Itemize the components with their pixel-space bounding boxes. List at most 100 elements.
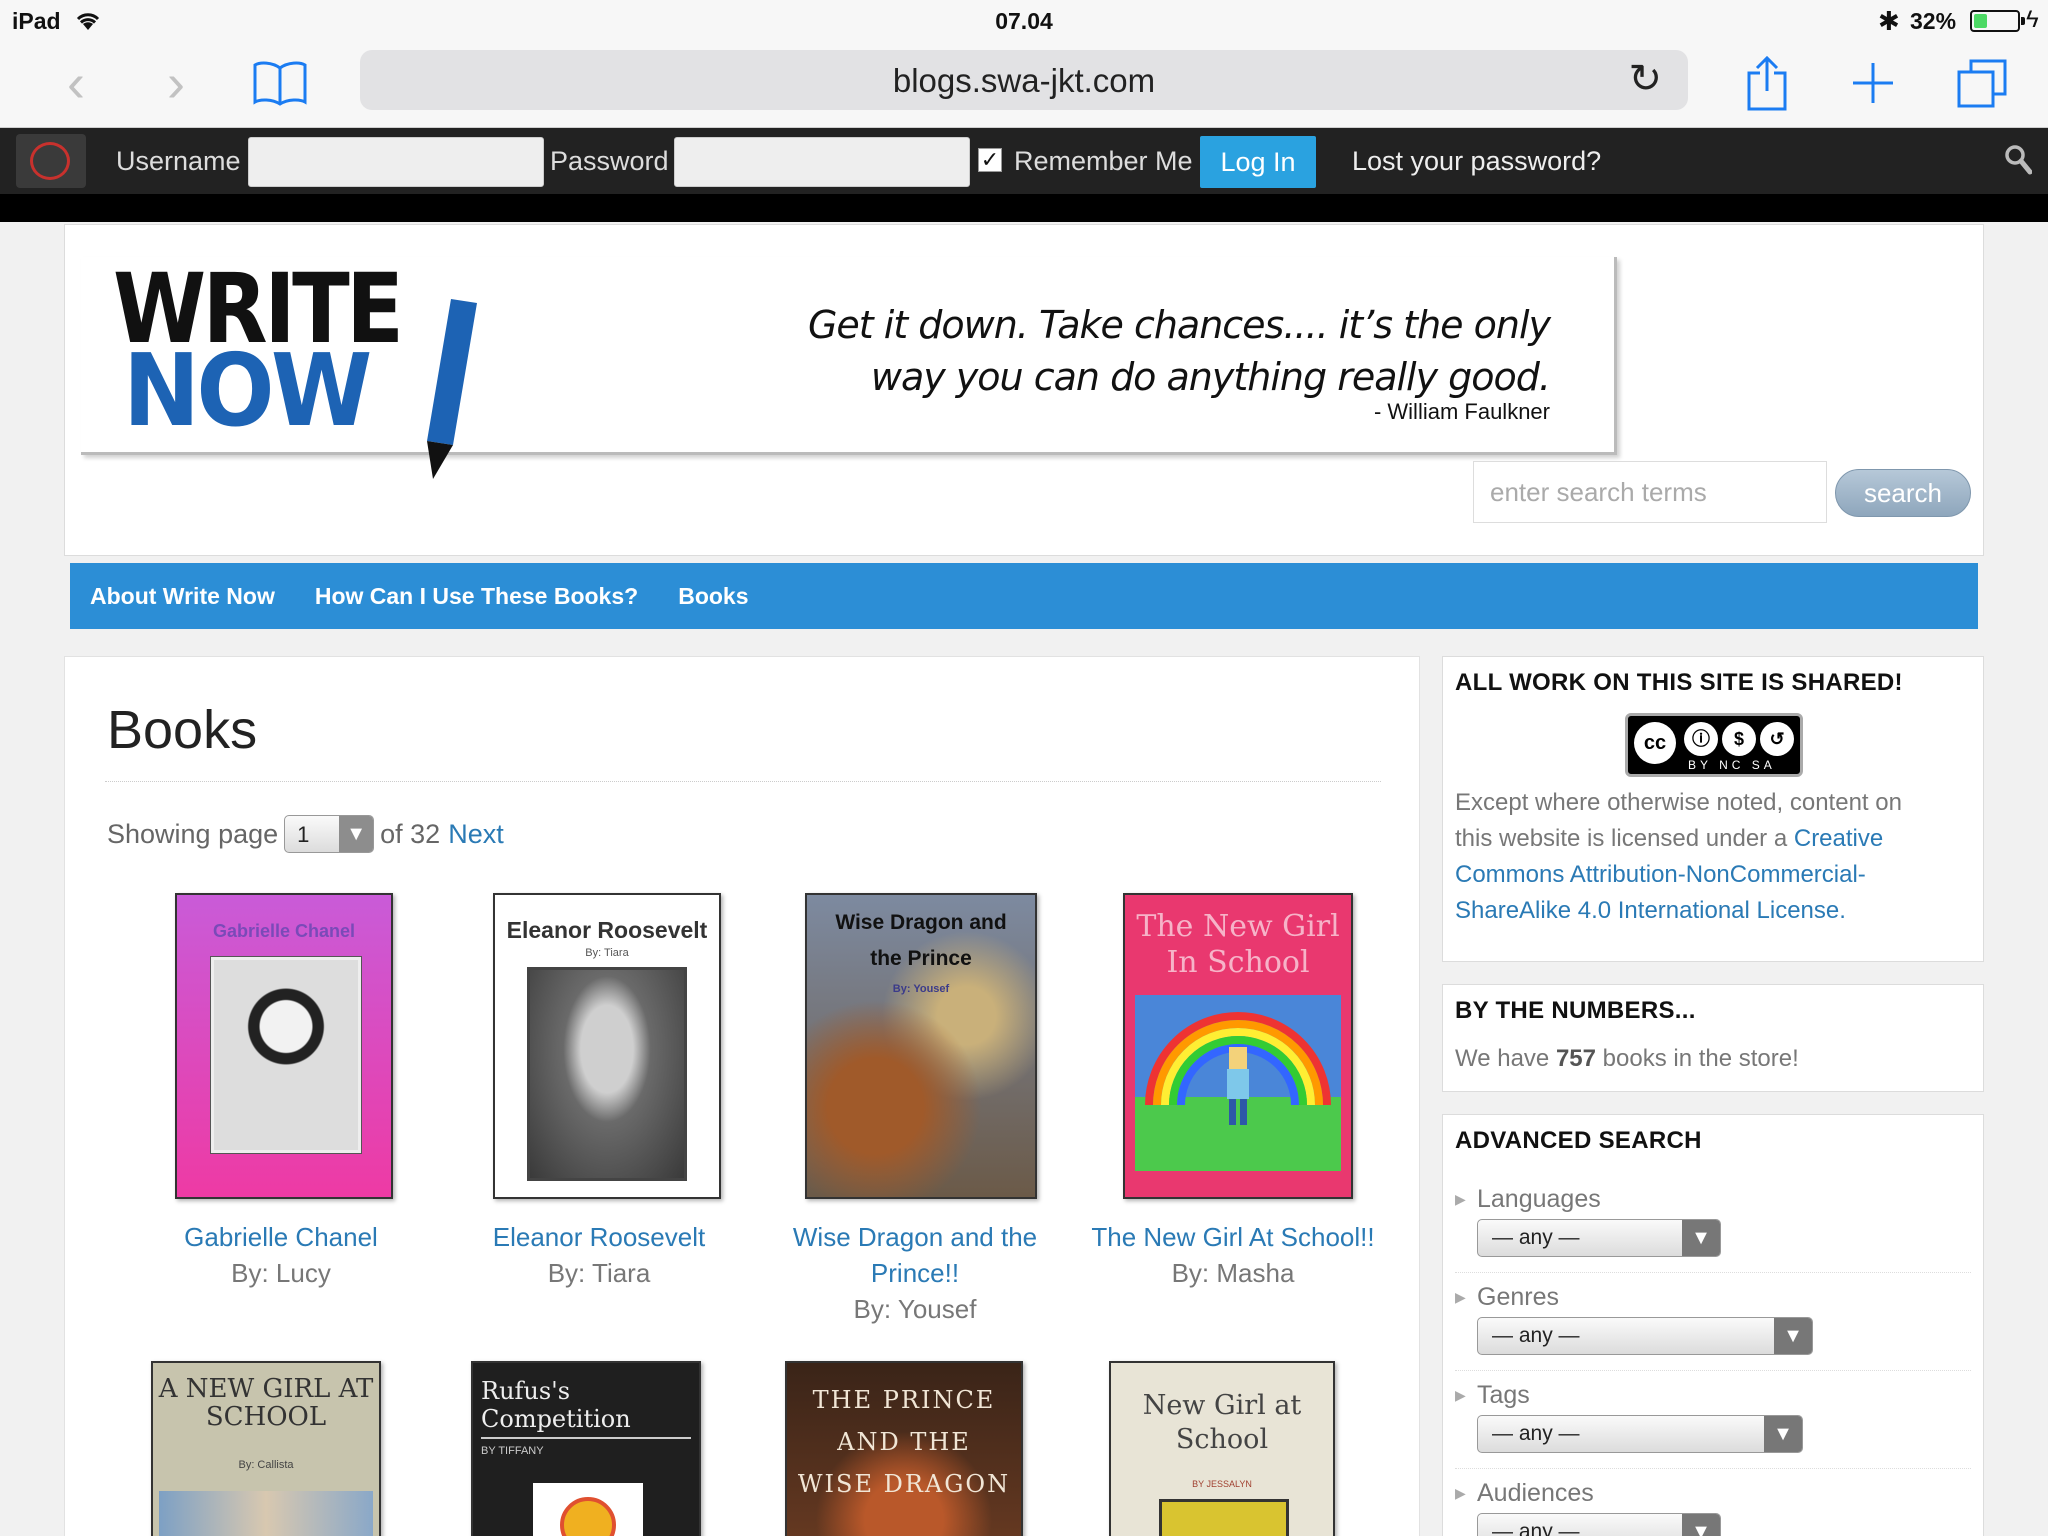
facet-label: Genres: [1477, 1283, 1559, 1311]
bluetooth-icon: ✱: [1878, 6, 1900, 36]
cover-title-line-1: The New Girl: [1136, 909, 1340, 944]
forward-icon[interactable]: ›: [156, 50, 196, 116]
book-cover[interactable]: New Girl at School BY JESSALYN: [1109, 1361, 1335, 1536]
admin-bar: Username Password ✓ Remember Me Log In L…: [0, 128, 2048, 194]
caret-right-icon[interactable]: ▶: [1455, 1485, 1466, 1502]
book-author: By: Lucy: [231, 1258, 331, 1288]
cover-title-line-1: New Girl at: [1142, 1390, 1302, 1421]
sa-icon: ↺: [1760, 722, 1794, 756]
username-label: Username: [116, 146, 241, 176]
clock: 07.04: [995, 8, 1053, 34]
logo-now: NOW: [123, 332, 372, 449]
book-cover[interactable]: THE PRINCE AND THE WISE DRAGON: [785, 1361, 1023, 1536]
battery-percent: 32%: [1910, 8, 1957, 34]
nc-icon: $: [1722, 722, 1756, 756]
cover-title-line-1: Wise Dragon and: [835, 911, 1007, 934]
search-input[interactable]: [1473, 461, 1827, 523]
site-logo[interactable]: WRITE NOW: [113, 261, 493, 479]
caret-right-icon[interactable]: ▶: [1455, 1387, 1466, 1404]
cover-illustration: [1135, 995, 1341, 1171]
widget-title: BY THE NUMBERS...: [1455, 997, 1696, 1024]
battery-fill: [1974, 14, 1987, 28]
audiences-select[interactable]: — any — ▼: [1477, 1513, 1721, 1536]
tabs-icon[interactable]: [1956, 50, 2008, 116]
select-value: — any —: [1492, 1324, 1580, 1347]
nav-item-books[interactable]: Books: [678, 583, 748, 610]
site-logo-icon[interactable]: [16, 134, 86, 188]
cover-title-line-2: In School: [1166, 945, 1310, 980]
license-line-2-text: this website is licensed under a: [1455, 825, 1794, 852]
cover-title: New Girl at School: [1111, 1389, 1333, 1457]
pager: Showing page 1 ▼ of 32 Next: [107, 815, 504, 853]
book-title[interactable]: Eleanor Roosevelt: [449, 1219, 749, 1255]
book-cover[interactable]: Rufus's Competition BY TIFFANY: [471, 1361, 701, 1536]
nav-item-about[interactable]: About Write Now: [90, 583, 275, 610]
next-page-link[interactable]: Next: [448, 819, 504, 850]
chevron-down-icon: ▼: [339, 816, 374, 852]
url-text: blogs.swa-jkt.com: [892, 62, 1156, 99]
charging-icon: ϟ: [2026, 6, 2039, 33]
book-title[interactable]: Wise Dragon and the Prince!!: [765, 1219, 1065, 1291]
license-link[interactable]: Creative: [1794, 825, 1883, 852]
cover-byline: BY JESSALYN: [1192, 1479, 1252, 1489]
tags-select[interactable]: — any — ▼: [1477, 1415, 1803, 1453]
site-header: Get it down. Take chances.... it’s the o…: [64, 224, 1984, 556]
cover-illustration: [533, 1483, 643, 1536]
facet-label: Languages: [1477, 1185, 1601, 1213]
title-divider: [105, 781, 1381, 782]
page-select[interactable]: 1 ▼: [284, 815, 375, 853]
facet-audiences: ▶ Audiences — any — ▼: [1455, 1479, 1971, 1536]
caret-right-icon[interactable]: ▶: [1455, 1289, 1466, 1306]
safari-toolbar: ‹ › blogs.swa-jkt.com ↻: [0, 44, 2048, 128]
cover-title-line-2: AND THE: [837, 1428, 971, 1456]
nav-item-how-to-use[interactable]: How Can I Use These Books?: [315, 583, 638, 610]
languages-select[interactable]: — any — ▼: [1477, 1219, 1721, 1257]
numbers-suffix: books in the store!: [1596, 1045, 1799, 1072]
genres-select[interactable]: — any — ▼: [1477, 1317, 1813, 1355]
cc-license-badge[interactable]: cc ⓘ $ ↺ BY NC SA: [1625, 713, 1803, 777]
book-cover[interactable]: The New Girl In School: [1123, 893, 1353, 1199]
book-title[interactable]: The New Girl At School!!: [1083, 1219, 1383, 1255]
license-widget: ALL WORK ON THIS SITE IS SHARED! cc ⓘ $ …: [1442, 656, 1984, 962]
chevron-down-icon: ▼: [1682, 1514, 1720, 1536]
reload-icon[interactable]: ↻: [1628, 56, 1662, 102]
login-button[interactable]: Log In: [1200, 136, 1316, 188]
battery-icon: [1970, 10, 2025, 32]
cover-title: Rufus's Competition: [481, 1377, 631, 1433]
caret-right-icon[interactable]: ▶: [1455, 1191, 1466, 1208]
back-icon[interactable]: ‹: [56, 50, 96, 116]
cover-title-line-2: the Prince: [870, 947, 972, 970]
password-label: Password: [550, 146, 669, 176]
username-input[interactable]: [248, 137, 544, 187]
cover-illustration: [1159, 1499, 1289, 1536]
license-link[interactable]: Commons Attribution-NonCommercial-: [1455, 857, 1955, 893]
lost-password-link[interactable]: Lost your password?: [1352, 146, 1601, 177]
book-cover[interactable]: Eleanor Roosevelt By: Tiara: [493, 893, 721, 1199]
share-icon[interactable]: [1744, 50, 1790, 116]
chevron-down-icon: ▼: [1774, 1318, 1812, 1354]
cover-title: Gabrielle Chanel: [212, 921, 356, 941]
search-button[interactable]: search: [1835, 469, 1971, 517]
facet-genres: ▶ Genres — any — ▼: [1455, 1283, 1971, 1371]
book-author: By: Tiara: [547, 1258, 651, 1288]
address-bar[interactable]: blogs.swa-jkt.com ↻: [360, 50, 1688, 110]
book-cover[interactable]: Gabrielle Chanel: [175, 893, 393, 1199]
main-content: Books Showing page 1 ▼ of 32 Next Gabrie…: [64, 656, 1420, 1536]
numbers-prefix: We have: [1455, 1045, 1556, 1072]
license-link[interactable]: ShareAlike 4.0 International License.: [1455, 893, 1955, 929]
book-cover[interactable]: Wise Dragon and the Prince By: Yousef: [805, 893, 1037, 1199]
cover-byline: BY TIFFANY: [481, 1445, 544, 1457]
bookmarks-icon[interactable]: [250, 50, 310, 116]
book-title[interactable]: Gabrielle Chanel: [131, 1219, 431, 1255]
chevron-down-icon: ▼: [1682, 1220, 1720, 1256]
password-input[interactable]: [674, 137, 970, 187]
remember-me-checkbox[interactable]: ✓: [978, 148, 1002, 172]
battery-nub: [2021, 17, 2025, 25]
cover-title-line-1: A NEW GIRL AT: [158, 1374, 374, 1404]
new-tab-icon[interactable]: [1850, 50, 1896, 116]
cover-title: A NEW GIRL AT SCHOOL: [153, 1375, 379, 1431]
search-icon[interactable]: [2004, 144, 2032, 176]
cover-byline: By: Tiara: [585, 947, 629, 959]
facet-languages: ▶ Languages — any — ▼: [1455, 1185, 1971, 1273]
book-cover[interactable]: A NEW GIRL AT SCHOOL By: Callista: [151, 1361, 381, 1536]
